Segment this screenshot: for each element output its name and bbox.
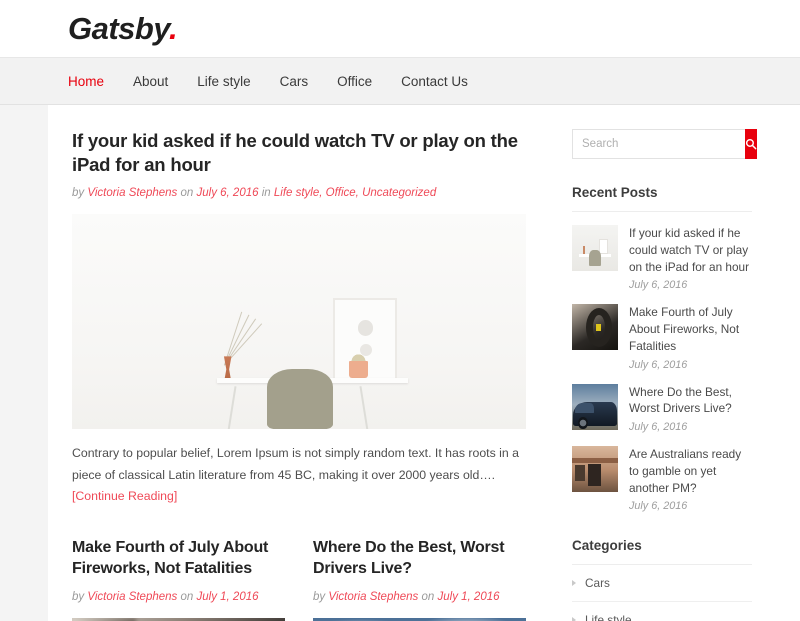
frame-circle-large xyxy=(357,320,374,336)
nav-item-contact-us[interactable]: Contact Us xyxy=(401,74,468,89)
grid-post-meta: by Victoria Stephens on July 1, 2016 xyxy=(72,589,285,605)
content-area: If your kid asked if he could watch TV o… xyxy=(48,105,800,621)
recent-post-thumbnail-ferrari xyxy=(572,304,618,351)
featured-post: If your kid asked if he could watch TV o… xyxy=(72,129,526,508)
recent-post-date: July 6, 2016 xyxy=(629,421,688,433)
recent-post-body: If your kid asked if he could watch TV o… xyxy=(629,225,752,291)
grid-post-meta: by Victoria Stephens on July 1, 2016 xyxy=(313,589,526,605)
main-navigation: Home About Life style Cars Office Contac… xyxy=(0,57,800,105)
categories-list: Cars Life style Office Uncategorized xyxy=(572,565,752,621)
site-header: Gatsby. xyxy=(0,0,800,57)
recent-post-title[interactable]: Are Australians ready to gamble on yet a… xyxy=(629,446,752,496)
recent-post-thumbnail-shopfront xyxy=(572,446,618,492)
thumb-vase xyxy=(583,246,586,254)
thumb-car-glass xyxy=(574,402,595,413)
featured-post-excerpt: Contrary to popular belief, Lorem Ipsum … xyxy=(72,443,526,508)
grid-post-fireworks: Make Fourth of July About Fireworks, Not… xyxy=(72,538,285,621)
continue-reading-link[interactable]: [Continue Reading] xyxy=(72,489,177,503)
recent-post-item[interactable]: Where Do the Best, Worst Drivers Live? J… xyxy=(572,371,752,434)
meta-author-link[interactable]: Victoria Stephens xyxy=(328,591,418,603)
featured-post-image[interactable] xyxy=(72,214,526,430)
thumb-chair xyxy=(589,250,601,266)
meta-date-link[interactable]: July 1, 2016 xyxy=(197,591,259,603)
category-item-life-style[interactable]: Life style xyxy=(572,602,752,621)
sidebar: Recent Posts If your kid asked if he cou… xyxy=(548,129,800,621)
recent-post-thumbnail-audi xyxy=(572,383,618,430)
chevron-right-icon xyxy=(572,580,576,587)
nav-item-about[interactable]: About xyxy=(133,74,168,89)
meta-on-label: on xyxy=(180,187,194,200)
nav-item-cars[interactable]: Cars xyxy=(280,74,309,89)
meta-categories-link[interactable]: Life style, Office, Uncategorized xyxy=(274,187,436,199)
logo-text: Gatsby xyxy=(68,11,169,46)
recent-post-title[interactable]: If your kid asked if he could watch TV o… xyxy=(629,225,752,275)
widget-title-categories: Categories xyxy=(572,538,752,566)
search-form xyxy=(572,129,757,159)
recent-post-body: Make Fourth of July About Fireworks, Not… xyxy=(629,304,752,370)
recent-post-date: July 6, 2016 xyxy=(629,358,688,371)
recent-post-title[interactable]: Make Fourth of July About Fireworks, Not… xyxy=(629,304,752,354)
thumb-door xyxy=(587,464,602,486)
grid-post-title[interactable]: Make Fourth of July About Fireworks, Not… xyxy=(72,538,285,580)
logo-dot: . xyxy=(168,11,178,46)
meta-by-label: by xyxy=(72,590,85,603)
nav-item-life-style[interactable]: Life style xyxy=(197,74,250,89)
featured-image-pampas xyxy=(224,309,297,366)
search-icon xyxy=(745,138,757,150)
recent-post-body: Are Australians ready to gamble on yet a… xyxy=(629,446,752,512)
recent-post-date: July 6, 2016 xyxy=(629,500,688,513)
chevron-right-icon xyxy=(572,617,576,621)
recent-post-item[interactable]: If your kid asked if he could watch TV o… xyxy=(572,212,752,291)
widget-title-recent-posts: Recent Posts xyxy=(572,185,752,212)
thumb-car-wheel xyxy=(578,416,588,429)
featured-post-title[interactable]: If your kid asked if he could watch TV o… xyxy=(72,129,526,176)
thumb-frame xyxy=(598,238,608,254)
recent-post-thumbnail-desk xyxy=(572,225,618,271)
thumb-awning xyxy=(572,457,618,464)
grid-post-title[interactable]: Where Do the Best, Worst Drivers Live? xyxy=(313,538,526,580)
main-content: If your kid asked if he could watch TV o… xyxy=(48,129,548,621)
meta-date-link[interactable]: July 1, 2016 xyxy=(438,591,500,603)
site-logo[interactable]: Gatsby. xyxy=(68,11,178,46)
nav-list: Home About Life style Cars Office Contac… xyxy=(68,74,497,89)
widget-categories: Categories Cars Life style Office xyxy=(572,538,752,621)
meta-author-link[interactable]: Victoria Stephens xyxy=(87,187,177,199)
post-grid: Make Fourth of July About Fireworks, Not… xyxy=(72,538,526,621)
recent-post-item[interactable]: Are Australians ready to gamble on yet a… xyxy=(572,433,752,512)
recent-post-body: Where Do the Best, Worst Drivers Live? J… xyxy=(629,384,752,434)
page-wrapper: If your kid asked if he could watch TV o… xyxy=(0,105,800,621)
widget-recent-posts: Recent Posts If your kid asked if he cou… xyxy=(572,185,752,512)
thumb-window xyxy=(574,465,585,481)
excerpt-text: Contrary to popular belief, Lorem Ipsum … xyxy=(72,446,519,482)
category-label: Life style xyxy=(585,613,632,621)
meta-by-label: by xyxy=(313,590,326,603)
nav-item-home[interactable]: Home xyxy=(68,74,104,89)
recent-post-title[interactable]: Where Do the Best, Worst Drivers Live? xyxy=(629,384,752,418)
search-input[interactable] xyxy=(572,129,745,159)
category-item-cars[interactable]: Cars xyxy=(572,565,752,603)
meta-in-label: in xyxy=(261,187,271,200)
category-label: Cars xyxy=(585,576,610,591)
meta-by-label: by xyxy=(72,187,85,200)
meta-on-label: on xyxy=(421,590,435,603)
meta-author-link[interactable]: Victoria Stephens xyxy=(87,591,177,603)
nav-item-office[interactable]: Office xyxy=(337,74,372,89)
featured-post-meta: by Victoria Stephens on July 6, 2016 in … xyxy=(72,185,526,201)
featured-image-planter xyxy=(348,360,368,378)
recent-post-item[interactable]: Make Fourth of July About Fireworks, Not… xyxy=(572,291,752,371)
search-button[interactable] xyxy=(745,129,757,159)
recent-post-date: July 6, 2016 xyxy=(629,279,688,292)
grid-post-drivers: Where Do the Best, Worst Drivers Live? b… xyxy=(313,538,526,621)
recent-posts-list: If your kid asked if he could watch TV o… xyxy=(572,212,752,512)
meta-date-link[interactable]: July 6, 2016 xyxy=(197,187,259,199)
meta-on-label: on xyxy=(180,590,194,603)
thumb-badge xyxy=(595,324,602,331)
featured-image-chair xyxy=(267,369,334,430)
